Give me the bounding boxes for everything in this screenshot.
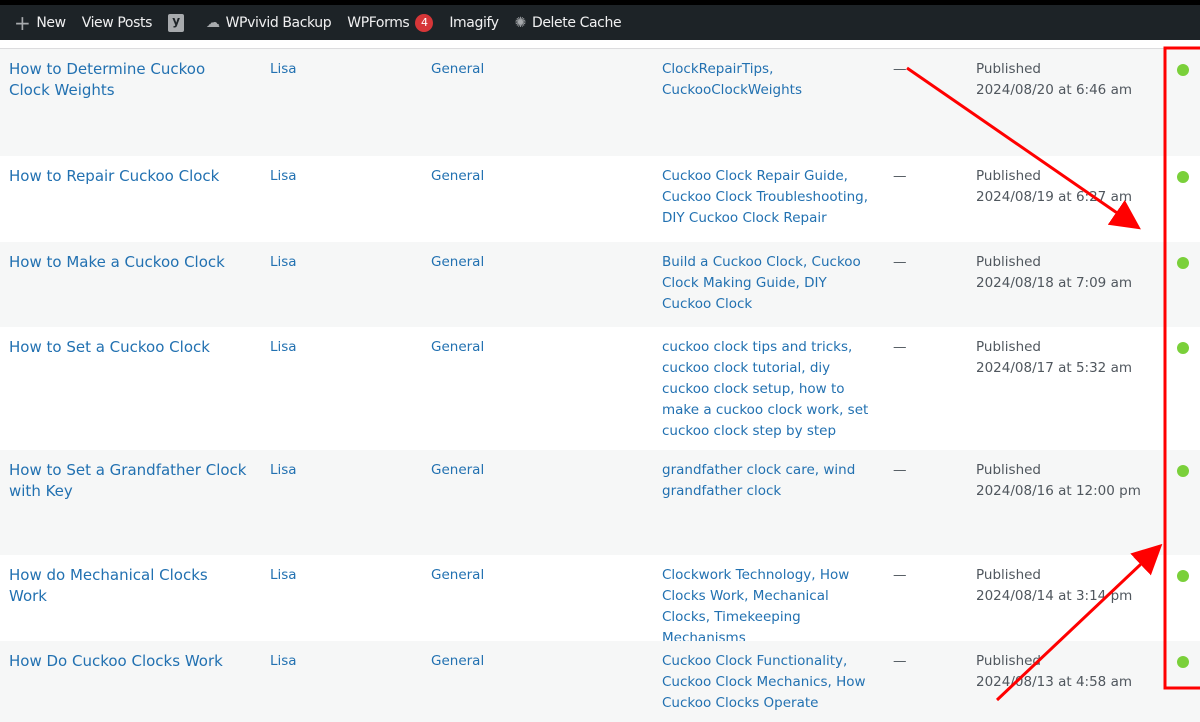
table-row: How to Set a Grandfather Clock with Key L… — [0, 450, 1200, 555]
category-link[interactable]: General — [431, 59, 484, 80]
notification-badge: 4 — [415, 13, 434, 32]
category-link[interactable]: General — [431, 337, 484, 358]
imagify-menu[interactable]: Imagify — [449, 15, 499, 31]
seo-status-dot-icon — [1177, 64, 1189, 76]
wpforms-menu[interactable]: WPForms 4 — [347, 13, 434, 32]
tags-list[interactable]: grandfather clock care, wind grandfather… — [662, 460, 877, 502]
post-date: Published 2024/08/20 at 6:46 am — [976, 59, 1132, 101]
author-link[interactable]: Lisa — [270, 565, 297, 586]
comments-count: — — [893, 254, 907, 270]
table-row: How Do Cuckoo Clocks Work Lisa General Cuck… — [0, 641, 1200, 722]
date-text: 2024/08/17 at 5:32 am — [976, 360, 1132, 376]
date-text: 2024/08/16 at 12:00 pm — [976, 483, 1141, 499]
tags-list[interactable]: ClockRepairTips, CuckooClockWeights — [662, 59, 877, 101]
new-button[interactable]: + New — [14, 11, 66, 35]
posts-table: How to Determine Cuckoo Clock Weights Lis… — [0, 49, 1200, 722]
admin-bar: + New View Posts y ☁ WPvivid Backup WPForm… — [0, 0, 1200, 40]
plus-icon: + — [14, 10, 31, 35]
delete-cache-button[interactable]: ✺ Delete Cache — [515, 15, 622, 31]
status-text: Published — [976, 61, 1041, 77]
table-row: How to Set a Cuckoo Clock Lisa General cuck… — [0, 327, 1200, 450]
date-text: 2024/08/14 at 3:14 pm — [976, 588, 1133, 604]
table-row: How do Mechanical Clocks Work Lisa General… — [0, 555, 1200, 646]
tags-list[interactable]: Clockwork Technology, How Clocks Work, M… — [662, 565, 877, 649]
author-link[interactable]: Lisa — [270, 252, 297, 273]
date-text: 2024/08/19 at 6:27 am — [976, 189, 1132, 205]
view-posts-link[interactable]: View Posts — [82, 15, 153, 31]
tags-list[interactable]: cuckoo clock tips and tricks, cuckoo clo… — [662, 337, 877, 442]
category-link[interactable]: General — [431, 651, 484, 672]
seo-status-dot-icon — [1177, 342, 1189, 354]
seo-status-dot-icon — [1177, 465, 1189, 477]
author-link[interactable]: Lisa — [270, 59, 297, 80]
category-link[interactable]: General — [431, 460, 484, 481]
table-row: How to Make a Cuckoo Clock Lisa General Bui… — [0, 242, 1200, 327]
comments-count: — — [893, 653, 907, 669]
comments-count: — — [893, 61, 907, 77]
author-link[interactable]: Lisa — [270, 460, 297, 481]
post-title-link[interactable]: How to Repair Cuckoo Clock — [9, 166, 249, 187]
seo-status-dot-icon — [1177, 656, 1189, 668]
cloud-icon: ☁ — [205, 14, 220, 31]
status-text: Published — [976, 567, 1041, 583]
post-date: Published 2024/08/16 at 12:00 pm — [976, 460, 1141, 502]
seo-status-dot-icon — [1177, 171, 1189, 183]
tags-list[interactable]: Cuckoo Clock Repair Guide, Cuckoo Clock … — [662, 166, 877, 229]
status-text: Published — [976, 653, 1041, 669]
status-text: Published — [976, 462, 1041, 478]
comments-count: — — [893, 567, 907, 583]
post-title-link[interactable]: How to Make a Cuckoo Clock — [9, 252, 249, 273]
rocket-cache-icon: ✺ — [514, 14, 527, 31]
seo-status-dot-icon — [1177, 257, 1189, 269]
status-text: Published — [976, 254, 1041, 270]
post-date: Published 2024/08/18 at 7:09 am — [976, 252, 1132, 294]
table-row: How to Determine Cuckoo Clock Weights Lis… — [0, 49, 1200, 156]
comments-count: — — [893, 339, 907, 355]
yoast-icon[interactable]: y — [167, 13, 184, 32]
tags-list[interactable]: Cuckoo Clock Functionality, Cuckoo Clock… — [662, 651, 877, 714]
post-date: Published 2024/08/17 at 5:32 am — [976, 337, 1132, 379]
tags-list[interactable]: Build a Cuckoo Clock, Cuckoo Clock Makin… — [662, 252, 877, 315]
post-title-link[interactable]: How to Set a Grandfather Clock with Key — [9, 460, 249, 502]
table-row: How to Repair Cuckoo Clock Lisa General Cuc… — [0, 156, 1200, 242]
date-text: 2024/08/13 at 4:58 am — [976, 674, 1132, 690]
seo-status-dot-icon — [1177, 570, 1189, 582]
post-date: Published 2024/08/13 at 4:58 am — [976, 651, 1132, 693]
comments-count: — — [893, 168, 907, 184]
post-date: Published 2024/08/14 at 3:14 pm — [976, 565, 1132, 607]
post-title-link[interactable]: How to Determine Cuckoo Clock Weights — [9, 59, 249, 101]
post-date: Published 2024/08/19 at 6:27 am — [976, 166, 1132, 208]
comments-count: — — [893, 462, 907, 478]
author-link[interactable]: Lisa — [270, 337, 297, 358]
divider — [0, 40, 1200, 49]
wpvivid-backup-menu[interactable]: ☁ WPvivid Backup — [205, 14, 332, 31]
post-title-link[interactable]: How Do Cuckoo Clocks Work — [9, 651, 249, 672]
post-title-link[interactable]: How to Set a Cuckoo Clock — [9, 337, 249, 358]
date-text: 2024/08/20 at 6:46 am — [976, 82, 1132, 98]
category-link[interactable]: General — [431, 565, 484, 586]
status-text: Published — [976, 168, 1041, 184]
post-title-link[interactable]: How do Mechanical Clocks Work — [9, 565, 249, 607]
author-link[interactable]: Lisa — [270, 651, 297, 672]
category-link[interactable]: General — [431, 166, 484, 187]
category-link[interactable]: General — [431, 252, 484, 273]
author-link[interactable]: Lisa — [270, 166, 297, 187]
date-text: 2024/08/18 at 7:09 am — [976, 275, 1132, 291]
status-text: Published — [976, 339, 1041, 355]
